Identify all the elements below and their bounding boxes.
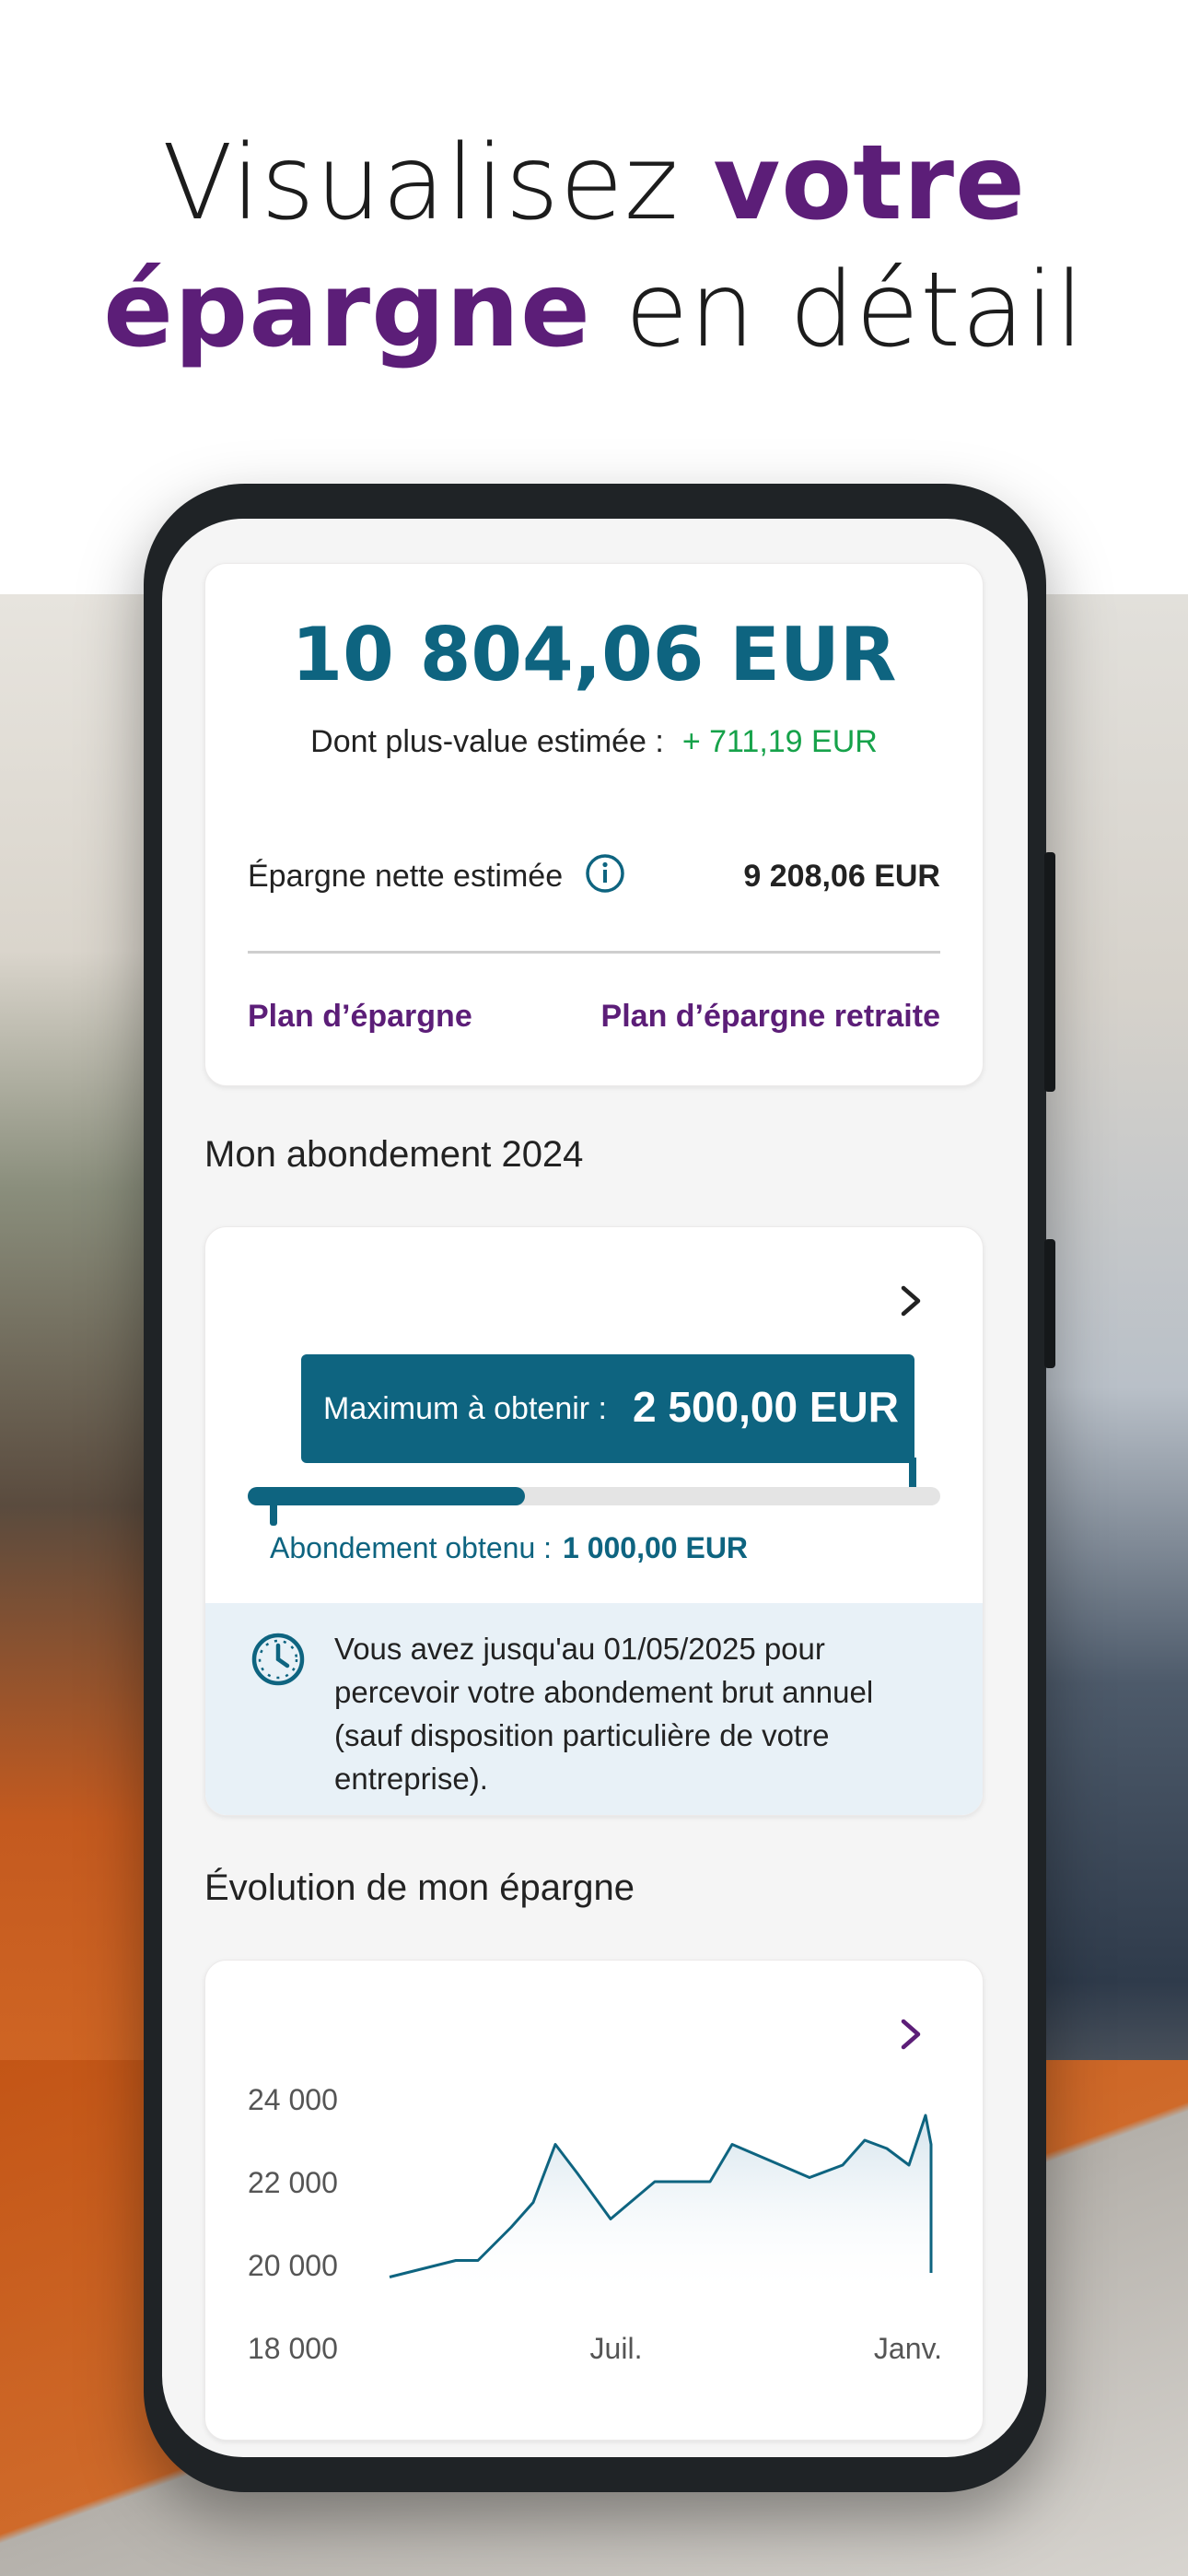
net-savings-value: 9 208,06 EUR — [743, 859, 940, 894]
x-tick-label: Janv. — [874, 2332, 942, 2365]
abondement-progress-track — [248, 1487, 940, 1505]
chart-area — [390, 2115, 931, 2298]
obtained-label: Abondement obtenu : — [270, 1531, 553, 1564]
headline-text-1: Visualisez — [162, 123, 714, 243]
obtained-value: 1 000,00 EUR — [563, 1531, 749, 1564]
headline-accent-2: épargne — [103, 251, 591, 370]
gain-value: + 711,19 EUR — [681, 724, 878, 759]
maximum-marker — [909, 1458, 916, 1487]
y-tick-label: 24 000 — [248, 2083, 338, 2116]
x-tick-label: Juil. — [590, 2332, 643, 2365]
abondement-card[interactable]: Maximum à obtenir : 2 500,00 EUR Abondem… — [204, 1226, 984, 1816]
y-tick-label: 18 000 — [248, 2332, 338, 2365]
y-tick-label: 20 000 — [248, 2249, 338, 2282]
evolution-title: Évolution de mon épargne — [204, 1868, 635, 1908]
phone-side-button — [1044, 1239, 1055, 1368]
net-savings-label: Épargne nette estimée — [248, 859, 564, 894]
maximum-value: 2 500,00 EUR — [633, 1383, 899, 1431]
total-balance: 10 804,06 EUR — [291, 612, 897, 697]
maximum-badge: Maximum à obtenir : 2 500,00 EUR — [301, 1354, 914, 1463]
plan-retirement-link[interactable]: Plan d’épargne retraite — [601, 999, 940, 1035]
app-screen: 10 804,06 EUR Dont plus-value estimée : +… — [162, 519, 1028, 2457]
obtained-marker — [270, 1500, 277, 1526]
info-icon[interactable] — [585, 853, 625, 894]
estimated-gain: Dont plus-value estimée : + 711,19 EUR — [205, 724, 983, 760]
maximum-label: Maximum à obtenir : — [323, 1391, 607, 1426]
headline-text-2: en détail — [590, 251, 1085, 370]
abondement-title: Mon abondement 2024 — [204, 1134, 584, 1175]
headline-accent-1: votre — [713, 123, 1026, 243]
chevron-right-icon[interactable] — [896, 1282, 927, 1319]
headline: Visualisez votre épargne en détail — [0, 120, 1188, 374]
obtained-abondement: Abondement obtenu : 1 000,00 EUR — [270, 1531, 748, 1565]
y-tick-label: 22 000 — [248, 2166, 338, 2199]
balance-card: 10 804,06 EUR Dont plus-value estimée : +… — [204, 563, 984, 1086]
plan-savings-link[interactable]: Plan d’épargne — [248, 999, 472, 1035]
evolution-card[interactable]: 24 000 22 000 20 000 18 000 Juil. Janv. — [204, 1960, 984, 2441]
deadline-notice-text: Vous avez jusqu'au 01/05/2025 pour perce… — [334, 1632, 874, 1796]
chevron-right-icon[interactable] — [896, 2016, 927, 2053]
deadline-notice: Vous avez jusqu'au 01/05/2025 pour perce… — [205, 1603, 983, 1815]
phone-side-button — [1044, 852, 1055, 1092]
phone-mockup: 10 804,06 EUR Dont plus-value estimée : +… — [144, 484, 1055, 2492]
clock-icon — [251, 1633, 305, 1686]
gain-label: Dont plus-value estimée : — [310, 724, 664, 759]
divider — [248, 951, 940, 954]
savings-evolution-chart: 24 000 22 000 20 000 18 000 Juil. Janv. — [248, 2083, 942, 2365]
abondement-progress-fill — [248, 1487, 525, 1505]
